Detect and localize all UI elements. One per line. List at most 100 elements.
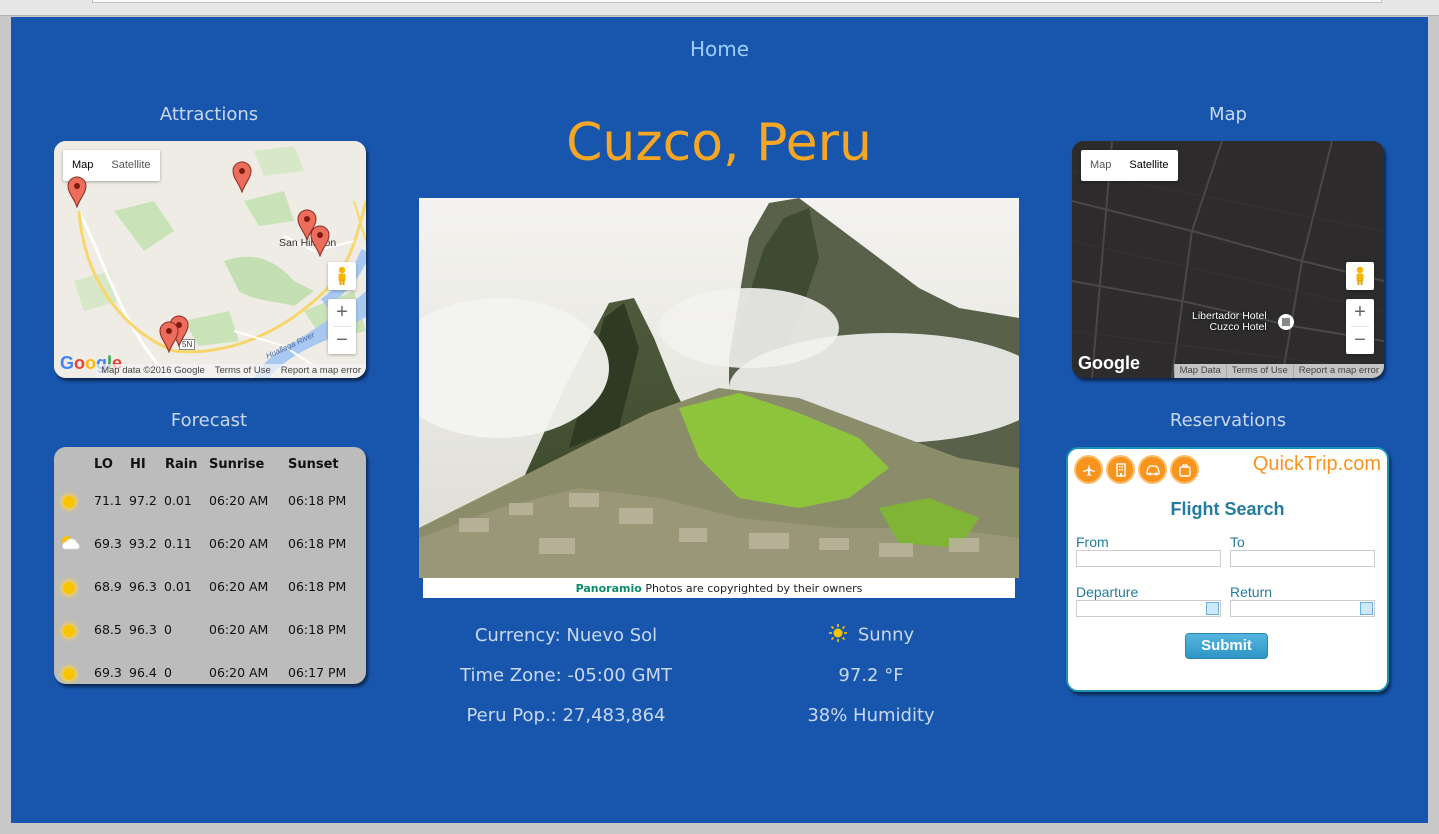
home-link[interactable]: Home bbox=[11, 37, 1428, 61]
cell-sunrise: 06:20 AM bbox=[209, 622, 269, 637]
cell-sunrise: 06:20 AM bbox=[209, 579, 269, 594]
zoom-in-button[interactable]: + bbox=[328, 299, 356, 326]
luggage-icon[interactable] bbox=[1170, 455, 1199, 484]
cell-lo: 68.9 bbox=[94, 579, 122, 594]
to-input[interactable] bbox=[1230, 550, 1375, 567]
cell-sunrise: 06:20 AM bbox=[209, 536, 269, 551]
cell-rain: 0.01 bbox=[164, 493, 192, 508]
hotel-icon[interactable] bbox=[1106, 455, 1135, 484]
page: Home Attractions San Hilarion 5N Huallag… bbox=[11, 17, 1428, 823]
cell-sunset: 06:18 PM bbox=[288, 493, 347, 508]
hotel-marker-icon[interactable] bbox=[1278, 314, 1294, 330]
terms-of-use-link[interactable]: Terms of Use bbox=[209, 364, 276, 378]
marker-pin-icon[interactable] bbox=[159, 321, 179, 354]
cell-hi: 96.4 bbox=[129, 665, 157, 680]
map-attribution: Map Data Terms of Use Report a map error bbox=[1173, 364, 1384, 378]
cell-sunset: 06:18 PM bbox=[288, 579, 347, 594]
sun-icon bbox=[63, 625, 75, 637]
cell-rain: 0.11 bbox=[164, 536, 192, 551]
zoom-out-button[interactable]: − bbox=[328, 327, 356, 354]
attractions-title: Attractions bbox=[159, 104, 259, 125]
cell-rain: 0 bbox=[164, 622, 172, 637]
report-map-error-link[interactable]: Report a map error bbox=[1292, 364, 1384, 378]
cell-hi: 96.3 bbox=[129, 579, 157, 594]
terms-of-use-link[interactable]: Terms of Use bbox=[1225, 364, 1293, 378]
sun-icon bbox=[63, 496, 75, 508]
photo-credit-text: Photos are copyrighted by their owners bbox=[645, 582, 863, 595]
cell-lo: 69.3 bbox=[94, 665, 122, 680]
car-icon[interactable] bbox=[1138, 455, 1167, 484]
cell-rain: 0 bbox=[164, 665, 172, 680]
flight-search-heading: Flight Search bbox=[1170, 499, 1285, 519]
address-strip bbox=[92, 0, 1382, 3]
forecast-table: LO HI Rain Sunrise Sunset 71.1 97.2 0.01… bbox=[54, 447, 366, 684]
cell-hi: 96.3 bbox=[129, 622, 157, 637]
return-label: Return bbox=[1230, 584, 1273, 600]
timezone-info: Time Zone: -05:00 GMT bbox=[460, 665, 672, 686]
google-logo: Google bbox=[1078, 353, 1140, 373]
return-date-input[interactable] bbox=[1230, 600, 1375, 617]
weather-condition: Sunny bbox=[751, 623, 991, 648]
quicktrip-logo: QuickTrip.com bbox=[1252, 453, 1381, 475]
column-header-hi: HI bbox=[130, 457, 146, 472]
page-title: Cuzco, Peru bbox=[566, 113, 872, 173]
cell-lo: 71.1 bbox=[94, 493, 122, 508]
street-view-pegman-icon[interactable] bbox=[1346, 262, 1374, 290]
cell-hi: 93.2 bbox=[129, 536, 157, 551]
cell-sunset: 06:18 PM bbox=[288, 536, 347, 551]
map-type-satellite-button[interactable]: Satellite bbox=[1120, 150, 1177, 181]
marker-pin-icon[interactable] bbox=[232, 161, 252, 194]
partly-cloudy-icon bbox=[58, 534, 82, 554]
report-map-error-link[interactable]: Report a map error bbox=[275, 364, 366, 378]
panoramio-logo[interactable]: Panoramio bbox=[576, 582, 642, 595]
map-attribution: Map data ©2016 Google Terms of Use Repor… bbox=[96, 364, 366, 378]
cell-sunset: 06:18 PM bbox=[288, 622, 347, 637]
temperature-info: 97.2 °F bbox=[838, 665, 904, 686]
reservations-title: Reservations bbox=[1169, 410, 1287, 431]
zoom-control: + − bbox=[1346, 299, 1374, 354]
map-type-map-button[interactable]: Map bbox=[1081, 150, 1120, 181]
zoom-in-button[interactable]: + bbox=[1346, 299, 1374, 326]
calendar-icon[interactable] bbox=[1360, 602, 1373, 615]
cell-rain: 0.01 bbox=[164, 579, 192, 594]
hotel-label-line2: Cuzco Hotel bbox=[1209, 321, 1267, 333]
to-label: To bbox=[1230, 534, 1245, 550]
map-data-credit: Map data ©2016 Google bbox=[96, 364, 210, 378]
marker-pin-icon[interactable] bbox=[67, 176, 87, 209]
zoom-out-button[interactable]: − bbox=[1346, 327, 1374, 354]
departure-date-input[interactable] bbox=[1076, 600, 1221, 617]
calendar-icon[interactable] bbox=[1206, 602, 1219, 615]
map-type-satellite-button[interactable]: Satellite bbox=[102, 150, 159, 181]
cell-lo: 68.5 bbox=[94, 622, 122, 637]
photo-illustration bbox=[419, 198, 1019, 578]
departure-label: Departure bbox=[1076, 584, 1139, 600]
zoom-control: + − bbox=[328, 299, 356, 354]
plane-icon[interactable] bbox=[1074, 455, 1103, 484]
location-map[interactable]: Map Satellite Libertador Hotel Cuzco Hot… bbox=[1072, 141, 1384, 378]
marker-pin-icon[interactable] bbox=[310, 225, 330, 258]
cell-sunset: 06:17 PM bbox=[288, 665, 347, 680]
sun-icon bbox=[63, 582, 75, 594]
column-header-sunset: Sunset bbox=[288, 457, 339, 472]
map-data-link[interactable]: Map Data bbox=[1173, 364, 1226, 378]
machu-picchu-photo[interactable] bbox=[419, 198, 1019, 578]
from-label: From bbox=[1076, 534, 1109, 550]
sun-icon bbox=[63, 668, 75, 680]
attractions-map[interactable]: San Hilarion 5N Huallaga River Map Satel… bbox=[54, 141, 366, 378]
map-type-control: Map Satellite bbox=[1081, 150, 1178, 181]
submit-button[interactable]: Submit bbox=[1185, 633, 1268, 659]
from-input[interactable] bbox=[1076, 550, 1221, 567]
reservations-widget: QuickTrip.com Flight Search From To Depa… bbox=[1066, 447, 1389, 692]
column-header-rain: Rain bbox=[165, 457, 198, 472]
sun-icon bbox=[828, 623, 848, 648]
currency-info: Currency: Nuevo Sol bbox=[474, 625, 658, 646]
forecast-title: Forecast bbox=[170, 410, 248, 431]
street-view-pegman-icon[interactable] bbox=[328, 262, 356, 290]
column-header-sunrise: Sunrise bbox=[209, 457, 265, 472]
map-title: Map bbox=[1209, 104, 1247, 125]
humidity-info: 38% Humidity bbox=[807, 705, 935, 726]
cell-hi: 97.2 bbox=[129, 493, 157, 508]
hotel-label: Libertador Hotel Cuzco Hotel bbox=[1192, 311, 1267, 333]
cell-sunrise: 06:20 AM bbox=[209, 493, 269, 508]
cell-sunrise: 06:20 AM bbox=[209, 665, 269, 680]
